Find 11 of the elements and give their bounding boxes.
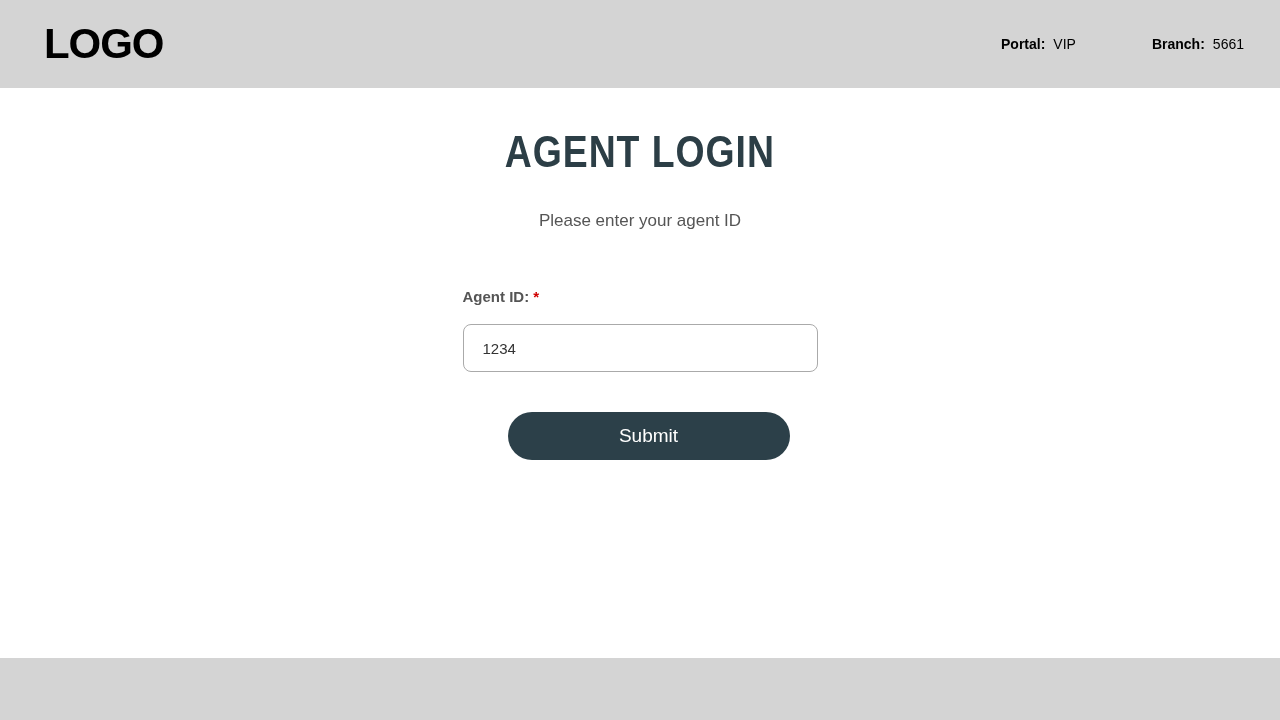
info-value: VIP bbox=[1053, 34, 1076, 54]
page-title: AGENT LOGIN bbox=[505, 130, 775, 174]
logo: LOGO bbox=[44, 23, 164, 65]
field-label: Agent ID: bbox=[462, 286, 530, 307]
info-value: 5661 bbox=[1212, 34, 1244, 54]
subtitle: Please enter your agent ID bbox=[538, 210, 742, 232]
agent-id-field[interactable]: 1234 bbox=[462, 324, 818, 372]
required-mark: * bbox=[533, 286, 539, 307]
info-label: Branch: bbox=[1151, 34, 1205, 54]
info-label: Portal: bbox=[1001, 34, 1046, 54]
submit-button[interactable]: Submit bbox=[507, 412, 790, 460]
